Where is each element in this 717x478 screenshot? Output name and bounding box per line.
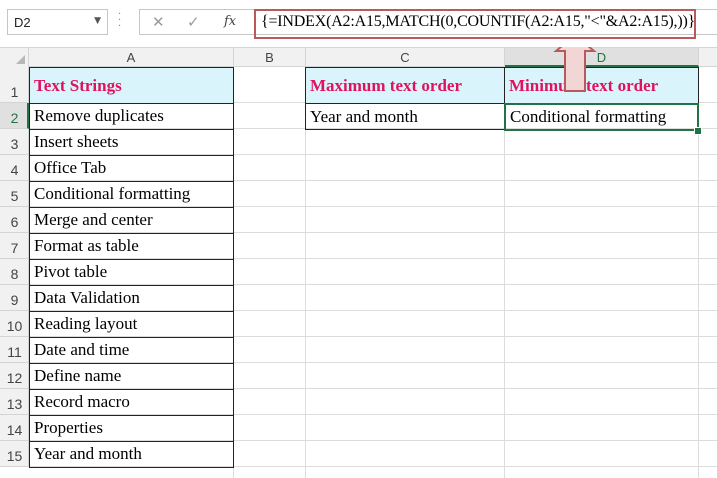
cancel-icon[interactable]: ✕ <box>152 13 165 31</box>
enter-icon[interactable]: ✓ <box>187 13 200 31</box>
name-box-value: D2 <box>14 15 31 30</box>
name-box[interactable]: D2 ▼ <box>7 9 108 35</box>
formula-text[interactable]: {=INDEX(A2:A15,MATCH(0,COUNTIF(A2:A15,"<… <box>261 13 695 31</box>
insert-function-icon[interactable]: fx <box>224 14 236 29</box>
annotation-arrow <box>553 47 597 92</box>
chevron-down-icon[interactable]: ▼ <box>94 16 101 26</box>
resize-handle-icon[interactable]: · · · <box>118 10 122 32</box>
formula-bar: D2 ▼ · · · ✕ ✓ fx {=INDEX(A2:A15,MATCH(0,C… <box>0 0 717 44</box>
spreadsheet-grid: A B C D 1 2 3 4 5 6 7 8 9 10 11 12 13 14 15 Text Strin… <box>0 47 717 478</box>
annotation-arrow-shape <box>553 47 597 92</box>
formula-buttons: ✕ ✓ fx <box>139 9 252 35</box>
